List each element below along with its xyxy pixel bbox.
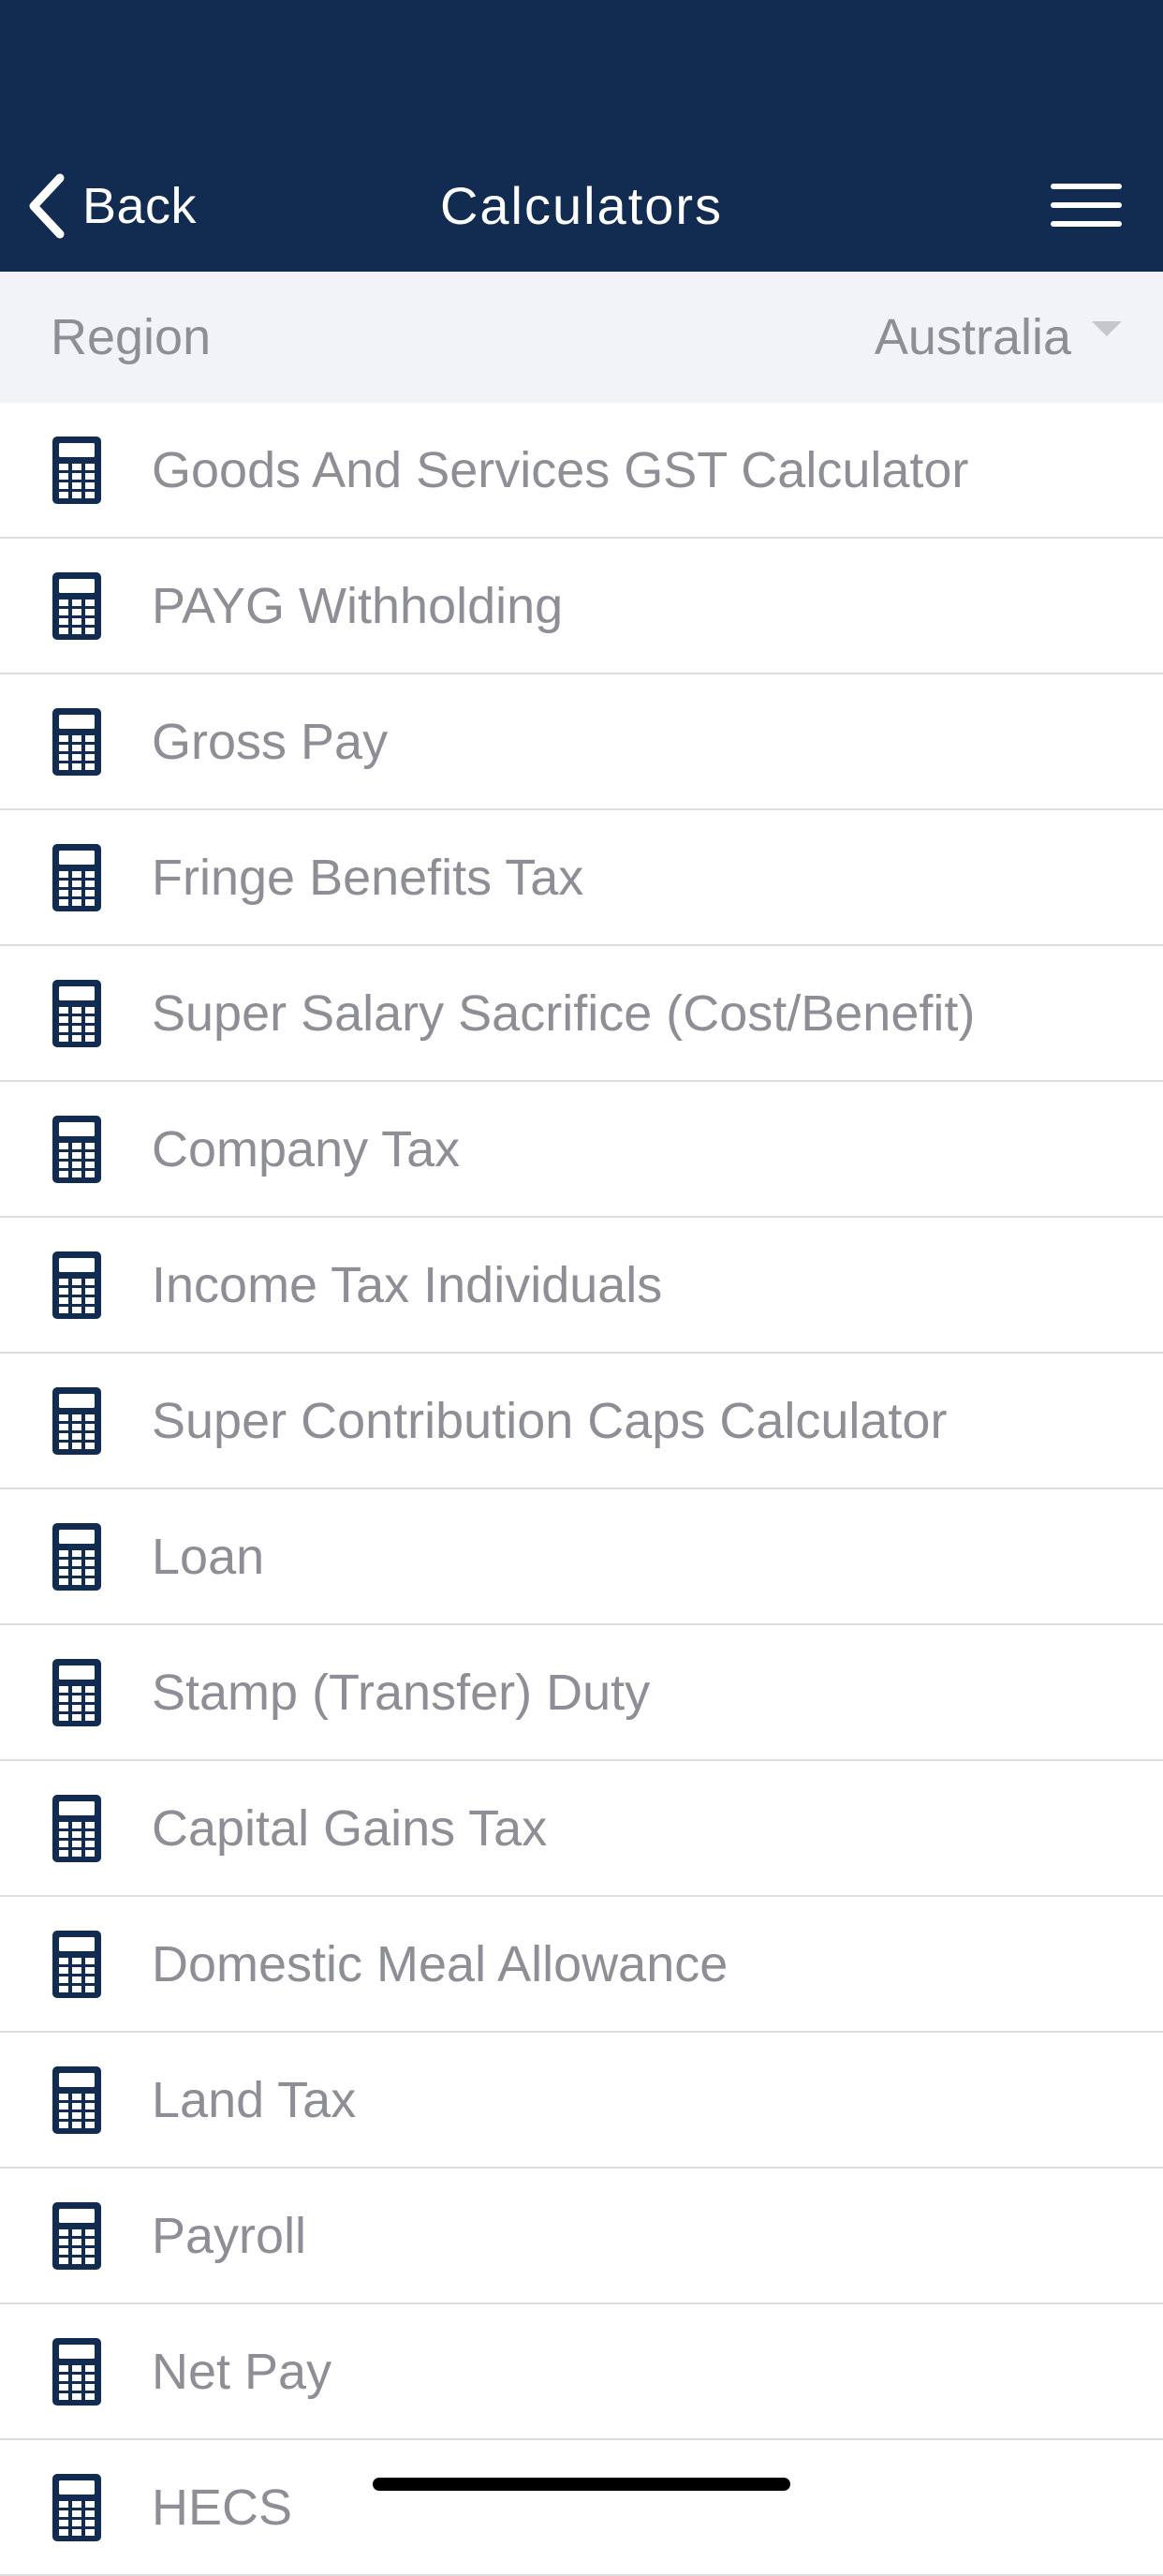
hamburger-menu-icon[interactable] [1051, 180, 1126, 232]
calculator-list-item[interactable]: Fringe Benefits Tax [0, 810, 1163, 946]
calculator-label: Capital Gains Tax [152, 1800, 548, 1857]
menu-line [1051, 221, 1122, 227]
calculator-icon [52, 2202, 101, 2270]
calculator-list-item[interactable]: Income Tax Individuals [0, 1218, 1163, 1354]
home-indicator[interactable] [373, 2478, 790, 2491]
calculator-label: Goods And Services GST Calculator [152, 442, 969, 498]
calculator-label: Net Pay [152, 2344, 332, 2400]
calculator-list-item[interactable]: Stamp (Transfer) Duty [0, 1625, 1163, 1761]
region-value: Australia [874, 309, 1071, 365]
calculator-icon [52, 2338, 101, 2406]
calculator-label: Payroll [152, 2208, 307, 2264]
calculator-list-item[interactable]: Super Contribution Caps Calculator [0, 1354, 1163, 1489]
calculator-icon [52, 708, 101, 776]
calculator-label: Domestic Meal Allowance [152, 1936, 729, 1992]
calculator-label: PAYG Withholding [152, 578, 564, 634]
menu-line [1051, 202, 1122, 208]
calculator-list-item[interactable]: Net Pay [0, 2304, 1163, 2440]
calculator-label: HECS [152, 2480, 293, 2536]
calculator-icon [52, 1116, 101, 1183]
back-label: Back [82, 178, 198, 234]
calculator-icon [52, 1387, 101, 1455]
chevron-left-icon [29, 173, 65, 239]
calculator-label: Super Salary Sacrifice (Cost/Benefit) [152, 985, 976, 1042]
region-selector-bar: Region Australia [0, 272, 1163, 403]
calculator-label: Super Contribution Caps Calculator [152, 1393, 948, 1449]
calculator-icon [52, 2066, 101, 2134]
calculator-label: Company Tax [152, 1121, 461, 1177]
calculator-list-item[interactable]: Land Tax [0, 2033, 1163, 2169]
calculator-list-item[interactable]: Domestic Meal Allowance [0, 1897, 1163, 2033]
caret-down-icon [1092, 321, 1122, 336]
calculator-list-item[interactable]: Company Tax [0, 1082, 1163, 1218]
calculator-icon [52, 980, 101, 1047]
calculator-list-item[interactable]: HECS [0, 2440, 1163, 2576]
region-dropdown[interactable]: Australia [875, 272, 1122, 403]
calculator-label: Loan [152, 1529, 265, 1585]
calculator-icon [52, 1251, 101, 1319]
calculator-list-item[interactable]: Gross Pay [0, 674, 1163, 810]
calculator-icon [52, 844, 101, 911]
calculator-label: Stamp (Transfer) Duty [152, 1665, 651, 1721]
calculator-list-item[interactable]: Capital Gains Tax [0, 1761, 1163, 1897]
calculator-icon [52, 1659, 101, 1726]
calculator-label: Land Tax [152, 2072, 357, 2128]
calculator-list-item[interactable]: PAYG Withholding [0, 539, 1163, 674]
back-button[interactable]: Back [26, 169, 197, 244]
calculator-icon [52, 1523, 101, 1591]
calculator-icon [52, 572, 101, 640]
calculator-icon [52, 1931, 101, 1998]
calculator-list-item[interactable]: Goods And Services GST Calculator [0, 403, 1163, 539]
navigation-bar: Back Calculators [0, 0, 1163, 272]
calculator-list-item[interactable]: Loan [0, 1489, 1163, 1625]
calculator-list: Goods And Services GST Calculator PAYG Wi… [0, 403, 1163, 2576]
menu-line [1051, 184, 1122, 189]
calculator-list-item[interactable]: Super Salary Sacrifice (Cost/Benefit) [0, 946, 1163, 1082]
calculator-label: Fringe Benefits Tax [152, 850, 584, 906]
calculator-list-item[interactable]: Payroll [0, 2169, 1163, 2304]
calculator-label: Income Tax Individuals [152, 1257, 663, 1313]
region-label: Region [51, 309, 212, 365]
calculator-icon [52, 437, 101, 504]
calculator-icon [52, 2474, 101, 2541]
calculator-label: Gross Pay [152, 714, 389, 770]
calculator-icon [52, 1795, 101, 1862]
